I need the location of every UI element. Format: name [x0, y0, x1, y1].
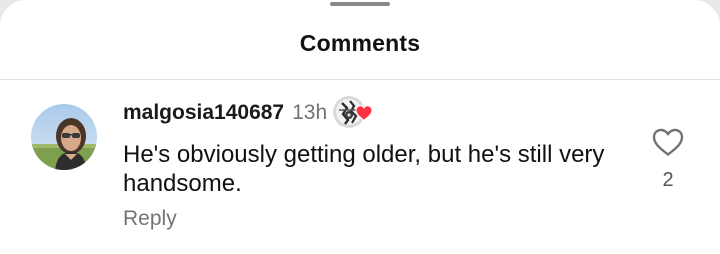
author-liked-heart-icon — [355, 105, 373, 121]
sheet-title: Comments — [299, 30, 421, 56]
comment-item: malgosia140687 13h He's obviously gettin… — [0, 80, 720, 254]
drag-handle[interactable] — [330, 2, 390, 6]
reply-button[interactable]: Reply — [123, 207, 177, 231]
comment-timestamp: 13h — [292, 101, 328, 124]
comments-sheet: Comments malgosia140687 13h He's obvious… — [0, 0, 720, 254]
comment-username[interactable]: malgosia140687 — [123, 101, 284, 125]
like-button[interactable] — [651, 127, 685, 157]
author-liked-badge — [333, 96, 377, 130]
comment-header: malgosia140687 13h — [123, 96, 377, 130]
heart-outline-icon — [652, 128, 684, 156]
user-avatar[interactable] — [31, 104, 97, 170]
profile-photo-icon — [31, 104, 97, 170]
comment-body: He's obviously getting older, but he's s… — [123, 141, 605, 197]
like-count: 2 — [662, 169, 674, 191]
